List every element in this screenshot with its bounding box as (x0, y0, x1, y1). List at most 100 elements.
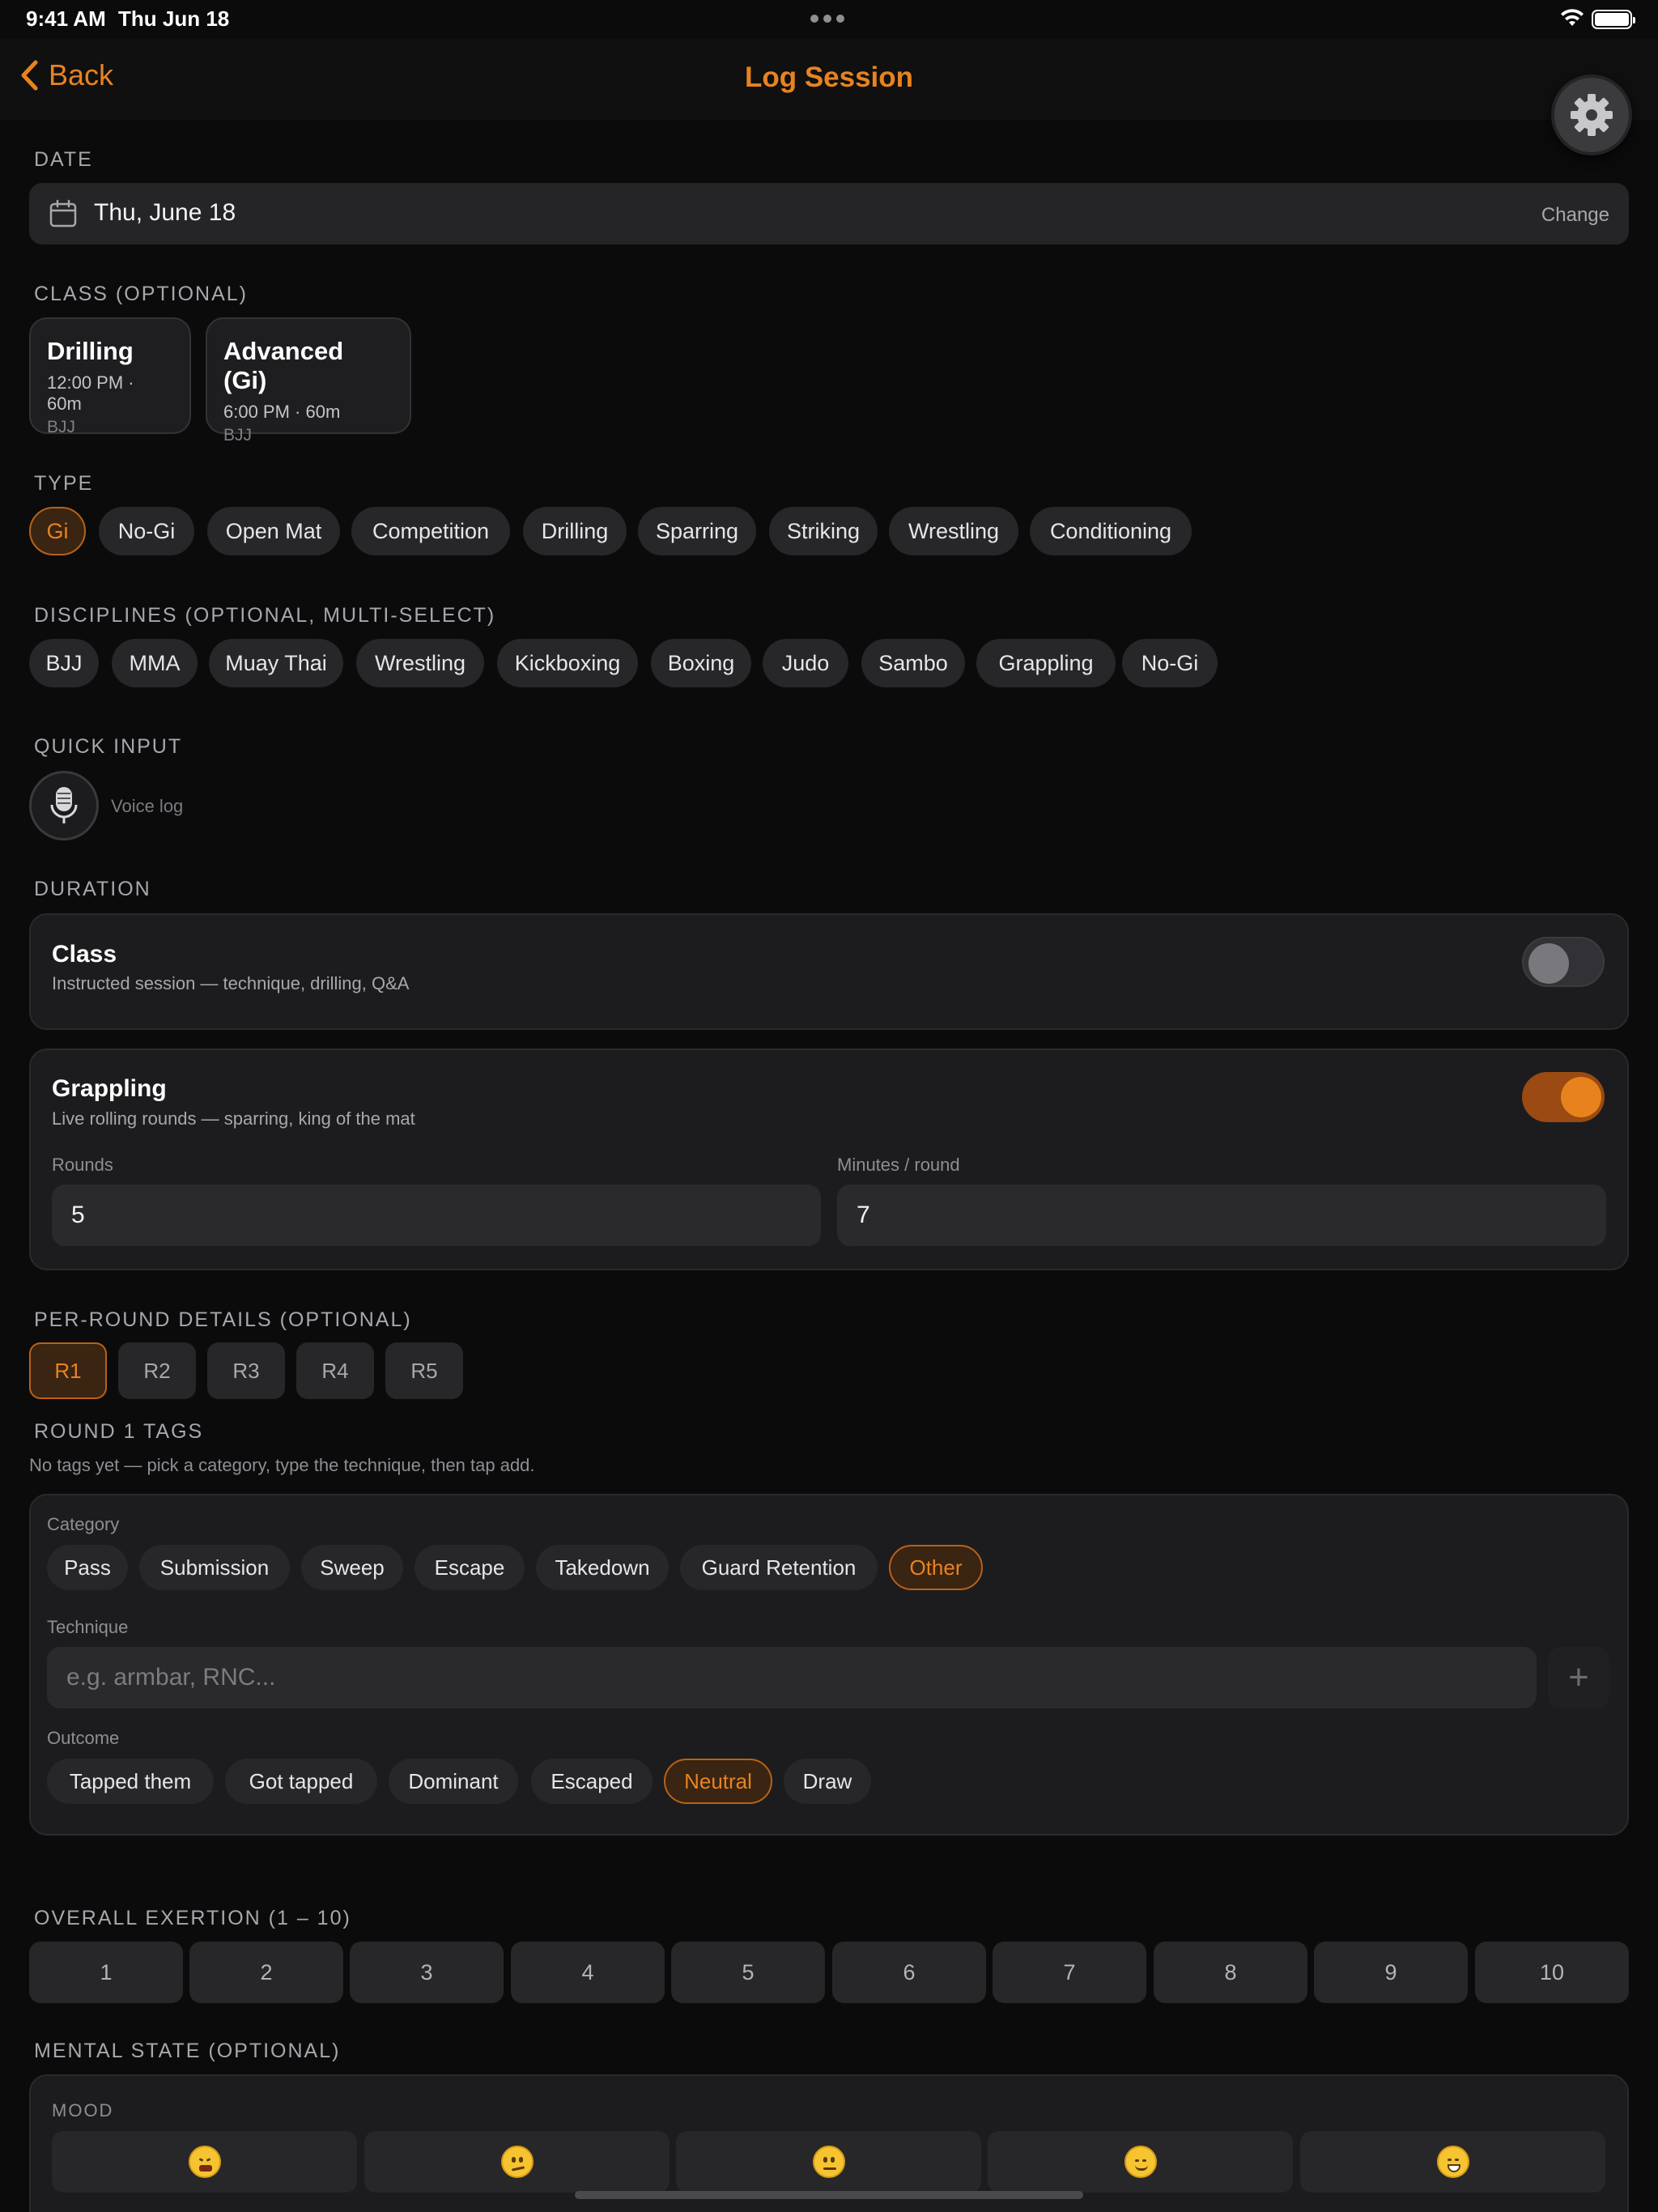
class-section-label: CLASS (OPTIONAL) (34, 283, 248, 305)
date-change-button[interactable]: Change (1541, 204, 1609, 227)
round-tab-r2[interactable]: R2 (118, 1342, 196, 1399)
calendar-icon (49, 199, 77, 228)
class-card-title: Advanced (Gi) (223, 337, 344, 394)
voice-log-label: Voice log (111, 796, 184, 816)
type-chip-conditioning[interactable]: Conditioning (1030, 507, 1192, 555)
discipline-chip-sambo[interactable]: Sambo (861, 639, 965, 687)
category-chip-submission[interactable]: Submission (139, 1545, 290, 1590)
outcome-chip-escaped[interactable]: Escaped (531, 1759, 653, 1804)
exertion-button-10[interactable]: 10 (1475, 1942, 1629, 2003)
class-card-advanced-gi[interactable]: Advanced (Gi) 6:00 PM · 60m BJJ (206, 317, 411, 445)
exertion-button-6[interactable]: 6 (832, 1942, 986, 2003)
type-section-label: TYPE (34, 472, 94, 495)
date-value: Thu, June 18 (94, 199, 236, 226)
mood-button-3[interactable] (676, 2131, 981, 2193)
round-tab-r1[interactable]: R1 (29, 1342, 107, 1399)
gear-icon (1571, 94, 1613, 136)
class-card-discipline: BJJ (47, 418, 76, 436)
round-tab-r5[interactable]: R5 (385, 1342, 463, 1399)
grappling-duration-subtitle: Live rolling rounds — sparring, king of … (52, 1108, 415, 1129)
disciplines-section-label: DISCIPLINES (OPTIONAL, MULTI-SELECT) (34, 604, 496, 627)
exertion-button-3[interactable]: 3 (350, 1942, 504, 2003)
exertion-button-1[interactable]: 1 (29, 1942, 183, 2003)
mental-state-section-label: MENTAL STATE (OPTIONAL) (34, 2040, 341, 2062)
add-tag-button[interactable]: + (1548, 1647, 1609, 1708)
technique-input[interactable]: e.g. armbar, RNC... (47, 1647, 1537, 1708)
type-chip-open-mat[interactable]: Open Mat (207, 507, 340, 555)
technique-label: Technique (47, 1617, 129, 1637)
outcome-label: Outcome (47, 1728, 120, 1748)
rounds-label: Rounds (52, 1155, 113, 1175)
battery-icon (1592, 10, 1635, 29)
discipline-chip-mma[interactable]: MMA (112, 639, 198, 687)
discipline-chip-grappling[interactable]: Grappling (976, 639, 1116, 687)
type-chip-wrestling[interactable]: Wrestling (889, 507, 1018, 555)
navigation-bar: Back Log Session (0, 39, 1658, 120)
type-chip-drilling[interactable]: Drilling (523, 507, 627, 555)
outcome-chip-neutral[interactable]: Neutral (664, 1759, 772, 1804)
home-indicator[interactable] (575, 2191, 1083, 2199)
class-card-discipline: BJJ (223, 426, 253, 445)
outcome-chip-tapped-them[interactable]: Tapped them (47, 1759, 214, 1804)
type-chip-competition[interactable]: Competition (351, 507, 510, 555)
round-tags-hint: No tags yet — pick a category, type the … (29, 1455, 535, 1475)
exertion-section-label: OVERALL EXERTION (1 – 10) (34, 1907, 351, 1929)
category-chip-pass[interactable]: Pass (47, 1545, 128, 1590)
class-duration-card (29, 913, 1629, 1030)
discipline-chip-wrestling[interactable]: Wrestling (356, 639, 484, 687)
mood-button-5[interactable] (1300, 2131, 1605, 2193)
grappling-toggle[interactable] (1522, 1072, 1605, 1122)
type-chip-no-gi[interactable]: No-Gi (99, 507, 194, 555)
mood-button-1[interactable] (52, 2131, 357, 2193)
round-tab-r3[interactable]: R3 (207, 1342, 285, 1399)
discipline-chip-bjj[interactable]: BJJ (29, 639, 99, 687)
page-title: Log Session (744, 62, 914, 93)
discipline-chip-kickboxing[interactable]: Kickboxing (497, 639, 638, 687)
exertion-button-4[interactable]: 4 (511, 1942, 665, 2003)
class-toggle[interactable] (1522, 937, 1605, 987)
mood-button-2[interactable] (364, 2131, 670, 2193)
mood-label: MOOD (52, 2100, 114, 2121)
category-chip-escape[interactable]: Escape (414, 1545, 525, 1590)
category-chip-sweep[interactable]: Sweep (301, 1545, 403, 1590)
class-card-time: 6:00 PM · 60m (223, 402, 341, 422)
discipline-chip-boxing[interactable]: Boxing (651, 639, 751, 687)
outcome-chip-got-tapped[interactable]: Got tapped (225, 1759, 377, 1804)
date-field[interactable]: Thu, June 18 Change (29, 183, 1629, 245)
tired-face-icon (188, 2146, 221, 2178)
minutes-per-round-label: Minutes / round (837, 1155, 960, 1175)
category-chip-guard-retention[interactable]: Guard Retention (680, 1545, 878, 1590)
rounds-input[interactable]: 5 (52, 1185, 821, 1246)
exertion-button-9[interactable]: 9 (1314, 1942, 1468, 2003)
status-time: 9:41 AM (26, 6, 106, 31)
discipline-chip-judo[interactable]: Judo (763, 639, 848, 687)
round-tags-section-label: ROUND 1 TAGS (34, 1420, 204, 1443)
exertion-button-8[interactable]: 8 (1154, 1942, 1307, 2003)
duration-section-label: DURATION (34, 878, 151, 900)
class-card-drilling[interactable]: Drilling 12:00 PM · 60m BJJ (29, 317, 191, 436)
grappling-duration-title: Grappling (52, 1075, 167, 1102)
status-date: Thu Jun 18 (118, 6, 230, 31)
outcome-chip-draw[interactable]: Draw (784, 1759, 871, 1804)
mood-button-4[interactable] (988, 2131, 1293, 2193)
class-card-time: 12:00 PM · 60m (47, 372, 134, 414)
plus-icon: + (1568, 1657, 1589, 1697)
category-chip-other[interactable]: Other (889, 1545, 983, 1590)
type-chip-sparring[interactable]: Sparring (638, 507, 756, 555)
outcome-chip-dominant[interactable]: Dominant (389, 1759, 518, 1804)
discipline-chip-muay-thai[interactable]: Muay Thai (209, 639, 343, 687)
discipline-chip-no-gi[interactable]: No-Gi (1122, 639, 1218, 687)
minutes-per-round-input[interactable]: 7 (837, 1185, 1606, 1246)
type-chip-striking[interactable]: Striking (769, 507, 878, 555)
exertion-button-2[interactable]: 2 (189, 1942, 343, 2003)
settings-button[interactable] (1551, 74, 1632, 155)
type-chip-gi[interactable]: Gi (29, 507, 86, 555)
round-tab-r4[interactable]: R4 (296, 1342, 374, 1399)
category-chip-takedown[interactable]: Takedown (536, 1545, 669, 1590)
voice-log-button[interactable] (29, 771, 99, 840)
date-section-label: DATE (34, 148, 93, 171)
exertion-button-5[interactable]: 5 (671, 1942, 825, 2003)
exertion-button-7[interactable]: 7 (993, 1942, 1146, 2003)
multitasking-dots-icon[interactable] (810, 15, 844, 23)
status-bar: 9:41 AM Thu Jun 18 (0, 0, 1658, 39)
